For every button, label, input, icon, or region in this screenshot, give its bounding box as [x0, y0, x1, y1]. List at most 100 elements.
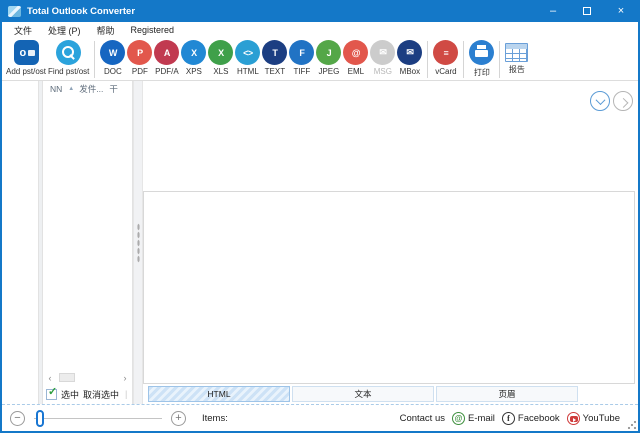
toolbar-button-pdfa[interactable]: A PDF/A [154, 40, 179, 76]
app-window: Total Outlook Converter – × 文件 处理 (P) 帮助… [0, 0, 640, 433]
vcard-icon: ≡ [433, 40, 458, 65]
title-bar: Total Outlook Converter – × [2, 0, 638, 22]
menu-file[interactable]: 文件 [6, 24, 40, 37]
window-title: Total Outlook Converter [27, 6, 135, 17]
menu-process[interactable]: 处理 (P) [40, 24, 89, 37]
toolbar-separator [94, 41, 95, 78]
menu-registered[interactable]: Registered [123, 25, 183, 35]
slider-thumb[interactable] [36, 410, 44, 427]
email-label: E-mail [468, 413, 495, 424]
email-link[interactable]: @ E-mail [452, 412, 495, 425]
scroll-right-arrow[interactable]: › [121, 373, 129, 383]
html-icon: <> [235, 40, 260, 65]
facebook-label: Facebook [518, 413, 560, 424]
xls-icon: X [208, 40, 233, 65]
next-button[interactable] [613, 91, 633, 111]
toolbar-button-report[interactable]: 报告 [505, 40, 528, 75]
status-bar: − + Items: Contact us @ E-mail f Faceboo… [2, 404, 638, 431]
folder-tree-panel[interactable] [2, 81, 39, 404]
column-header-nn[interactable]: NN [50, 84, 62, 94]
select-button[interactable]: 选中 [61, 388, 79, 401]
toolbar-separator [427, 41, 428, 78]
maximize-button[interactable] [570, 0, 604, 22]
tab-html[interactable]: HTML [148, 386, 290, 402]
toolbar-button-xps[interactable]: X XPS [181, 40, 206, 76]
zoom-in-button[interactable]: + [171, 411, 186, 426]
jpeg-icon: J [316, 40, 341, 65]
footer-separator: | [125, 389, 127, 399]
resize-grip[interactable] [627, 420, 636, 429]
column-header-sender[interactable]: 发件... [79, 83, 103, 95]
menu-bar: 文件 处理 (P) 帮助 Registered [2, 22, 638, 38]
toolbar-button-eml[interactable]: @ EML [343, 40, 368, 76]
doc-icon: W [100, 40, 125, 65]
horizontal-scrollbar[interactable]: ‹ › [43, 371, 132, 384]
zoom-slider[interactable] [34, 410, 162, 427]
column-header-subject[interactable]: 干 [109, 83, 118, 95]
toolbar-label: PDF/A [155, 67, 179, 76]
toolbar-button-pdf[interactable]: P PDF [127, 40, 152, 76]
pdfa-icon: A [154, 40, 179, 65]
toolbar-button-xls[interactable]: X XLS [208, 40, 233, 76]
zoom-out-button[interactable]: − [10, 411, 25, 426]
email-icon: @ [452, 412, 465, 425]
toolbar-label: JPEG [318, 67, 339, 76]
facebook-icon: f [502, 412, 515, 425]
scroll-left-arrow[interactable]: ‹ [46, 373, 54, 383]
toolbar-button-add-pst[interactable]: o Add pst/ost [6, 40, 46, 76]
scrollbar-track[interactable] [54, 373, 121, 382]
toolbar-button-print[interactable]: 打印 [469, 40, 494, 78]
search-icon [56, 40, 81, 65]
close-button[interactable]: × [604, 0, 638, 22]
toolbar-separator [499, 41, 500, 78]
facebook-link[interactable]: f Facebook [502, 412, 560, 425]
minimize-button[interactable]: – [536, 0, 570, 22]
tab-text[interactable]: 文本 [292, 386, 434, 402]
text-icon: T [262, 40, 287, 65]
toolbar-label: MSG [374, 67, 392, 76]
chevron-down-icon [595, 95, 605, 105]
toolbar-button-msg: ✉ MSG [370, 40, 395, 76]
toolbar-separator [463, 41, 464, 78]
toolbar: o Add pst/ost Find pst/ost W DOC P PDF A… [2, 38, 638, 81]
main-area: NN ▲ 发件... 干 ‹ › ✓ 选中 取消选中 | [2, 81, 638, 404]
menu-help[interactable]: 帮助 [89, 24, 123, 37]
toolbar-label: EML [348, 67, 364, 76]
chevron-right-icon [618, 97, 628, 107]
youtube-link[interactable]: YouTube [567, 412, 620, 425]
tab-headers[interactable]: 页眉 [436, 386, 578, 402]
slider-track [34, 418, 162, 419]
mbox-icon: ✉ [397, 40, 422, 65]
toolbar-button-mbox[interactable]: ✉ MBox [397, 40, 422, 76]
toolbar-label: 打印 [474, 67, 490, 78]
printer-icon [469, 40, 494, 65]
tiff-icon: F [289, 40, 314, 65]
toolbar-label: TIFF [293, 67, 310, 76]
window-controls: – × [536, 0, 638, 22]
report-grid-icon [505, 43, 528, 62]
splitter-grip-icon [137, 223, 140, 263]
toolbar-button-text[interactable]: T TEXT [262, 40, 287, 76]
list-splitter[interactable] [133, 81, 143, 404]
message-list-body[interactable] [43, 96, 132, 371]
selection-toolbar: ✓ 选中 取消选中 | [43, 384, 132, 404]
contact-us-link[interactable]: Contact us [400, 413, 445, 424]
preview-panel: HTML 文本 页眉 [143, 81, 638, 404]
toolbar-label: DOC [104, 67, 122, 76]
preview-tabs: HTML 文本 页眉 [143, 386, 638, 402]
status-links: Contact us @ E-mail f Facebook YouTube [400, 412, 620, 425]
toolbar-label: MBox [400, 67, 420, 76]
nav-buttons [590, 91, 633, 111]
toolbar-button-doc[interactable]: W DOC [100, 40, 125, 76]
message-preview-content[interactable] [143, 191, 635, 384]
contact-us-label: Contact us [400, 413, 445, 424]
toolbar-button-vcard[interactable]: ≡ vCard [433, 40, 458, 76]
deselect-button[interactable]: 取消选中 [83, 388, 119, 401]
toolbar-button-find-pst[interactable]: Find pst/ost [48, 40, 89, 76]
eml-icon: @ [343, 40, 368, 65]
toolbar-button-html[interactable]: <> HTML [235, 40, 260, 76]
toolbar-button-jpeg[interactable]: J JPEG [316, 40, 341, 76]
toolbar-button-tiff[interactable]: F TIFF [289, 40, 314, 76]
scrollbar-thumb[interactable] [59, 373, 75, 382]
expand-button[interactable] [590, 91, 610, 111]
